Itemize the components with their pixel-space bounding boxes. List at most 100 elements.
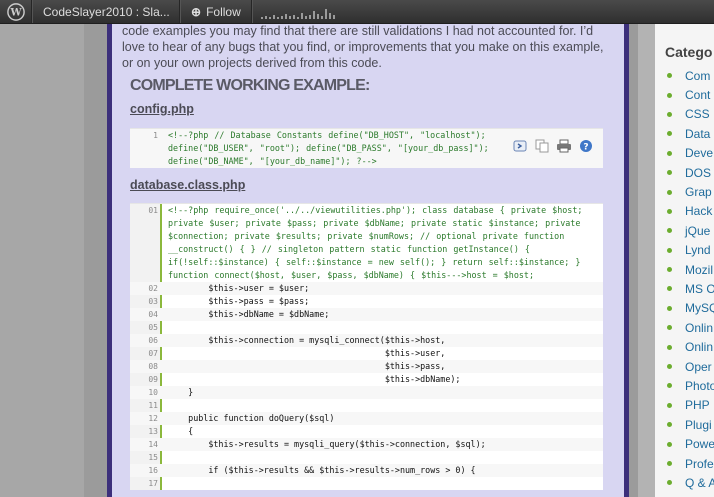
code-line: 07 $this->user,	[130, 347, 603, 360]
line-number: 13	[148, 427, 158, 436]
code-line: 01 <!--?php require_once('../../viewutili…	[130, 204, 603, 282]
line-number: 05	[148, 323, 158, 332]
stats-bar	[324, 9, 327, 19]
category-item[interactable]: PHP	[667, 396, 714, 415]
category-link[interactable]: Deve	[685, 146, 713, 160]
category-item[interactable]: Com	[667, 66, 714, 85]
category-link[interactable]: Powe	[685, 437, 714, 451]
category-item[interactable]: Lynd	[667, 241, 714, 260]
code-line: 11	[130, 399, 603, 412]
line-number: 1	[153, 131, 158, 140]
stats-bar	[268, 17, 271, 19]
follow-button[interactable]: ⊕ Follow	[180, 0, 252, 23]
admin-bar: W CodeSlayer2010 : Sla... ⊕ Follow	[0, 0, 714, 24]
category-item[interactable]: Quot	[667, 493, 714, 497]
stats-bar	[316, 14, 319, 19]
category-item[interactable]: Oper	[667, 357, 714, 376]
category-link[interactable]: Hack	[685, 204, 712, 218]
line-number: 04	[148, 310, 158, 319]
code-line: 17	[130, 477, 603, 490]
category-item[interactable]: Mozil	[667, 260, 714, 279]
category-link[interactable]: Lynd	[685, 243, 711, 257]
line-number: 15	[148, 453, 158, 462]
category-item[interactable]: CSS	[667, 105, 714, 124]
print-icon[interactable]	[555, 137, 573, 155]
view-source-icon[interactable]	[511, 137, 529, 155]
categories-heading: Catego	[665, 44, 713, 60]
category-item[interactable]: jQue	[667, 221, 714, 240]
category-item[interactable]: Hack	[667, 202, 714, 221]
stats-bar	[300, 13, 303, 19]
category-link[interactable]: jQue	[685, 224, 710, 238]
category-link[interactable]: CSS	[685, 107, 710, 121]
stats-bar	[264, 16, 267, 19]
stats-bar	[320, 16, 323, 19]
category-link[interactable]: Onlin	[685, 321, 713, 335]
section-heading: COMPLETE WORKING EXAMPLE:	[130, 77, 370, 94]
category-item[interactable]: Powe	[667, 434, 714, 453]
line-number: 12	[148, 414, 158, 423]
line-number: 02	[148, 284, 158, 293]
category-item[interactable]: Data	[667, 124, 714, 143]
stats-bar	[304, 16, 307, 19]
bullet-icon	[667, 402, 672, 408]
code-line: 04 $this->dbName = $dbName;	[130, 308, 603, 321]
line-number: 16	[148, 466, 158, 475]
code-line: 02 $this->user = $user;	[130, 282, 603, 295]
stats-sparkline[interactable]	[251, 0, 343, 23]
category-item[interactable]: DOS	[667, 163, 714, 182]
bullet-icon	[667, 364, 672, 370]
stats-bar	[296, 17, 299, 19]
stats-bar	[332, 15, 335, 19]
category-link[interactable]: Photo	[685, 379, 714, 393]
category-link[interactable]: MS O	[685, 282, 714, 296]
category-item[interactable]: Onlin	[667, 318, 714, 337]
copy-icon[interactable]	[533, 137, 551, 155]
category-item[interactable]: Deve	[667, 144, 714, 163]
follow-label: Follow	[206, 4, 241, 19]
sidebar-edge	[638, 24, 655, 497]
category-link[interactable]: Cont	[685, 88, 710, 102]
wordpress-logo-icon[interactable]: W	[0, 0, 32, 23]
code-block-config: 1 <!--?php // Database Constants define(…	[130, 128, 603, 168]
category-item[interactable]: Profe	[667, 454, 714, 473]
category-item[interactable]: MySQ	[667, 299, 714, 318]
category-link[interactable]: DOS	[685, 166, 711, 180]
category-link[interactable]: MySQ	[685, 301, 714, 315]
category-item[interactable]: MS O	[667, 279, 714, 298]
bullet-icon	[667, 111, 672, 117]
category-link[interactable]: Com	[685, 69, 710, 83]
code-toolbar: ?	[511, 137, 595, 155]
code-line: 08 $this->pass,	[130, 360, 603, 373]
category-item[interactable]: Onlin	[667, 337, 714, 356]
line-number: 17	[148, 479, 158, 488]
bullet-icon	[667, 150, 672, 156]
category-item[interactable]: Grap	[667, 182, 714, 201]
line-number: 01	[148, 206, 158, 215]
category-link[interactable]: Plugi	[685, 418, 712, 432]
category-item[interactable]: Q & A	[667, 473, 714, 492]
category-link[interactable]: Oper	[685, 360, 712, 374]
stats-bar	[284, 14, 287, 19]
category-link[interactable]: PHP	[685, 398, 710, 412]
category-item[interactable]: Photo	[667, 376, 714, 395]
site-title-link[interactable]: CodeSlayer2010 : Sla...	[32, 0, 180, 23]
category-link[interactable]: Mozil	[685, 263, 713, 277]
bullet-icon	[667, 228, 672, 234]
bullet-icon	[667, 189, 672, 195]
category-link[interactable]: Profe	[685, 457, 714, 471]
code-text: $this->user,	[168, 348, 446, 358]
category-link[interactable]: Onlin	[685, 340, 713, 354]
code-text: $this->connection = mysqli_connect($this…	[168, 335, 446, 345]
help-icon[interactable]: ?	[577, 137, 595, 155]
category-item[interactable]: Cont	[667, 85, 714, 104]
code-text: $this->dbName);	[168, 374, 461, 384]
category-item[interactable]: Plugi	[667, 415, 714, 434]
code-line: 12 public function doQuery($sql)	[130, 412, 603, 425]
stats-bar	[280, 16, 283, 19]
category-link[interactable]: Grap	[685, 185, 712, 199]
category-link[interactable]: Q & A	[685, 476, 714, 490]
category-link[interactable]: Data	[685, 127, 710, 141]
bullet-icon	[667, 92, 672, 98]
